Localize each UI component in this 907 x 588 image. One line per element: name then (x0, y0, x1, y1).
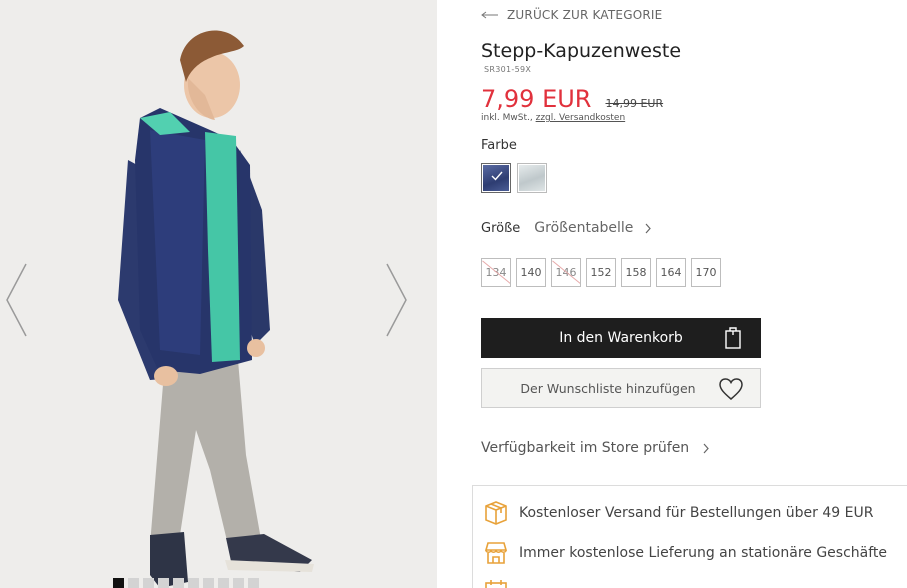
size-chart-link[interactable]: Größentabelle (534, 220, 652, 236)
store-availability-label: Verfügbarkeit im Store prüfen (481, 440, 690, 456)
heart-icon (719, 378, 743, 400)
shipping-box-icon (485, 501, 507, 525)
gallery-dot[interactable] (143, 578, 154, 588)
checkmark-icon (491, 171, 503, 181)
shopping-bag-icon (725, 327, 741, 349)
gallery-dot[interactable] (248, 578, 259, 588)
add-to-cart-label: In den Warenkorb (559, 330, 683, 346)
price-row: 7,99 EUR 14,99 EUR (481, 85, 663, 113)
size-row: Größe Größentabelle (481, 220, 652, 236)
size-option-140[interactable]: 140 (516, 258, 546, 287)
gallery-dot[interactable] (128, 578, 139, 588)
size-option-134[interactable]: 134 (481, 258, 511, 287)
free-shipping-text: Kostenloser Versand für Bestellungen übe… (519, 505, 874, 521)
gallery-dot[interactable] (218, 578, 229, 588)
calendar-info (483, 578, 509, 588)
product-sku: SR301-59X (484, 65, 532, 74)
gallery-dot[interactable] (173, 578, 184, 588)
size-option-152[interactable]: 152 (586, 258, 616, 287)
color-swatch-navy[interactable] (481, 163, 511, 193)
calendar-icon (485, 580, 507, 588)
gallery-dot[interactable] (188, 578, 199, 588)
product-title: Stepp-Kapuzenweste (481, 40, 682, 62)
add-to-wishlist-label: Der Wunschliste hinzufügen (520, 380, 696, 396)
store-delivery-text: Immer kostenlose Lieferung an stationäre… (519, 545, 888, 561)
product-photo (118, 30, 314, 588)
size-chart-label: Größentabelle (534, 220, 634, 236)
shipping-costs-link[interactable]: zzgl. Versandkosten (536, 113, 626, 123)
chevron-right-icon (645, 223, 652, 233)
gallery-dot[interactable] (233, 578, 244, 588)
size-option-158[interactable]: 158 (621, 258, 651, 287)
gallery-dot[interactable] (203, 578, 214, 588)
tax-text: inkl. MwSt., (481, 113, 533, 123)
add-to-cart-button[interactable]: In den Warenkorb (481, 318, 761, 358)
color-swatches (481, 163, 547, 193)
gallery-prev-arrow[interactable] (4, 262, 30, 338)
size-option-170[interactable]: 170 (691, 258, 721, 287)
free-shipping-info: Kostenloser Versand für Bestellungen übe… (483, 500, 873, 526)
product-gallery (0, 0, 437, 588)
service-info-box: Kostenloser Versand für Bestellungen übe… (472, 485, 907, 588)
chevron-right-icon (703, 443, 709, 453)
gallery-next-arrow[interactable] (383, 262, 409, 338)
color-label: Farbe (481, 138, 517, 153)
store-delivery-info: Immer kostenlose Lieferung an stationäre… (483, 540, 887, 566)
old-price: 14,99 EUR (605, 97, 664, 110)
add-to-wishlist-button[interactable]: Der Wunschliste hinzufügen (481, 368, 761, 408)
store-icon (484, 542, 508, 564)
color-swatch-silver[interactable] (517, 163, 547, 193)
gallery-dot[interactable] (113, 578, 124, 588)
store-availability-link[interactable]: Verfügbarkeit im Store prüfen (481, 440, 709, 456)
size-label: Größe (481, 220, 521, 236)
back-link-label: ZURÜCK ZUR KATEGORIE (507, 8, 663, 22)
gallery-pagination (113, 578, 259, 588)
arrow-left-icon (481, 11, 498, 19)
size-option-146[interactable]: 146 (551, 258, 581, 287)
back-to-category-link[interactable]: ZURÜCK ZUR KATEGORIE (481, 8, 662, 22)
gallery-dot[interactable] (158, 578, 169, 588)
current-price: 7,99 EUR (481, 85, 592, 113)
size-option-164[interactable]: 164 (656, 258, 686, 287)
tax-info: inkl. MwSt., zzgl. Versandkosten (481, 113, 625, 123)
size-options: 134 140 146 152 158 164 170 (481, 258, 721, 287)
